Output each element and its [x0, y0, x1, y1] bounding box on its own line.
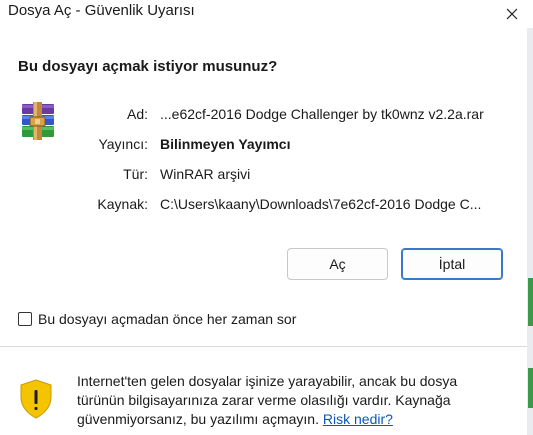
shield-warning-icon — [20, 379, 52, 419]
question-heading: Bu dosyayı açmak istiyor musunuz? — [18, 58, 278, 75]
open-button[interactable]: Aç — [287, 248, 388, 280]
name-label: Ad: — [126, 106, 148, 122]
close-icon — [506, 8, 517, 20]
background-accent — [528, 368, 533, 408]
source-label: Kaynak: — [97, 196, 148, 212]
dialog-content: Bu dosyayı açmak istiyor musunuz? Ad: ..… — [0, 28, 527, 435]
title-bar: Dosya Aç - Güvenlik Uyarısı — [0, 0, 533, 28]
background-accent — [528, 278, 533, 326]
publisher-value: Bilinmeyen Yayımcı — [160, 136, 291, 152]
name-value: ...e62cf-2016 Dodge Challenger by tk0wnz… — [160, 106, 484, 122]
security-warning-dialog: Dosya Aç - Güvenlik Uyarısı Bu dosyayı a… — [0, 0, 533, 435]
close-button[interactable] — [490, 0, 533, 28]
cancel-button[interactable]: İptal — [401, 248, 503, 280]
publisher-label: Yayıncı: — [98, 136, 148, 152]
window-title: Dosya Aç - Güvenlik Uyarısı — [8, 2, 195, 19]
divider — [0, 346, 527, 347]
risk-link[interactable]: Risk nedir? — [323, 411, 393, 427]
warning-text: Internet'ten gelen dosyalar işinize yara… — [77, 372, 507, 429]
warning-message: Internet'ten gelen dosyalar işinize yara… — [77, 373, 458, 427]
always-ask-label[interactable]: Bu dosyayı açmadan önce her zaman sor — [38, 311, 296, 327]
always-ask-row[interactable]: Bu dosyayı açmadan önce her zaman sor — [18, 311, 296, 327]
type-label: Tür: — [123, 166, 148, 182]
always-ask-checkbox[interactable] — [18, 312, 32, 326]
source-value: C:\Users\kaany\Downloads\7e62cf-2016 Dod… — [160, 196, 482, 212]
background-window-edge — [527, 28, 533, 435]
type-value: WinRAR arşivi — [160, 166, 251, 182]
